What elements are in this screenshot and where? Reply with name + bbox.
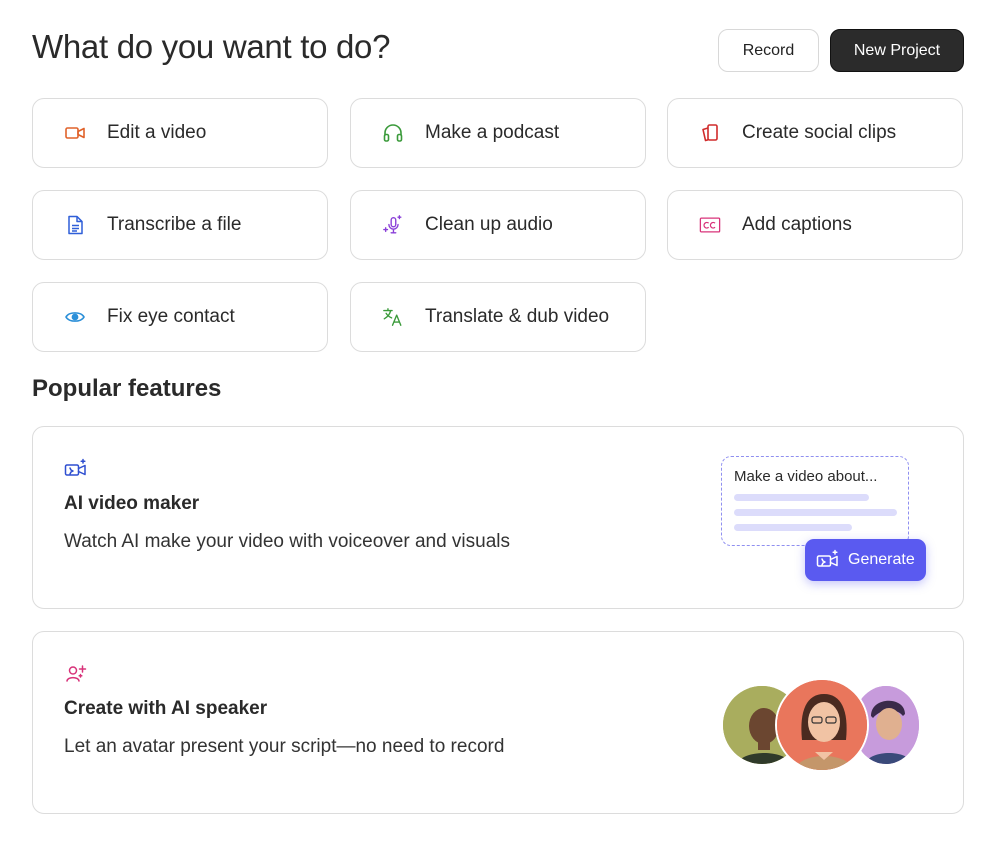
microphone-sparkle-icon — [382, 214, 404, 236]
task-label: Transcribe a file — [107, 214, 242, 235]
translate-icon — [382, 306, 404, 328]
task-add-captions[interactable]: Add captions — [667, 190, 963, 260]
eye-icon — [64, 306, 86, 328]
task-label: Add captions — [742, 214, 852, 235]
captions-icon — [699, 214, 721, 236]
feature-description: Let an avatar present your script—no nee… — [64, 736, 505, 757]
task-label: Make a podcast — [425, 122, 560, 143]
prompt-text: Make a video about... — [734, 468, 878, 485]
ai-video-camera-icon — [64, 457, 88, 481]
task-label: Fix eye contact — [107, 306, 235, 327]
page-title: What do you want to do? — [32, 28, 391, 65]
task-label: Create social clips — [742, 122, 897, 143]
task-label: Edit a video — [107, 122, 207, 143]
headphones-icon — [382, 122, 404, 144]
record-button[interactable]: Record — [718, 29, 819, 72]
new-project-button[interactable]: New Project — [830, 29, 964, 72]
task-transcribe-file[interactable]: Transcribe a file — [32, 190, 328, 260]
placeholder-line — [734, 509, 897, 516]
ai-speaker-card[interactable]: Create with AI speaker Let an avatar pre… — [32, 631, 964, 814]
prompt-preview: Make a video about... — [721, 456, 909, 546]
ai-video-maker-card[interactable]: AI video maker Watch AI make your video … — [32, 426, 964, 609]
task-label: Translate & dub video — [425, 306, 610, 327]
document-icon — [64, 214, 86, 236]
task-create-social-clips[interactable]: Create social clips — [667, 98, 963, 168]
feature-title: Create with AI speaker — [64, 698, 268, 719]
generate-button[interactable]: Generate — [805, 539, 926, 581]
feature-description: Watch AI make your video with voiceover … — [64, 531, 510, 552]
ai-video-camera-icon — [816, 549, 838, 567]
placeholder-line — [734, 524, 852, 531]
ai-speaker-icon — [64, 662, 88, 686]
avatar-group — [721, 678, 923, 774]
placeholder-line — [734, 494, 869, 501]
feature-title: AI video maker — [64, 493, 200, 514]
social-clips-icon — [699, 122, 721, 144]
task-clean-up-audio[interactable]: Clean up audio — [350, 190, 646, 260]
generate-label: Generate — [848, 551, 915, 568]
task-fix-eye-contact[interactable]: Fix eye contact — [32, 282, 328, 352]
task-translate-dub[interactable]: Translate & dub video — [350, 282, 646, 352]
task-edit-video[interactable]: Edit a video — [32, 98, 328, 168]
task-make-podcast[interactable]: Make a podcast — [350, 98, 646, 168]
avatar — [775, 678, 869, 772]
video-camera-icon — [64, 122, 86, 144]
task-label: Clean up audio — [425, 214, 553, 235]
popular-features-title: Popular features — [32, 375, 222, 402]
